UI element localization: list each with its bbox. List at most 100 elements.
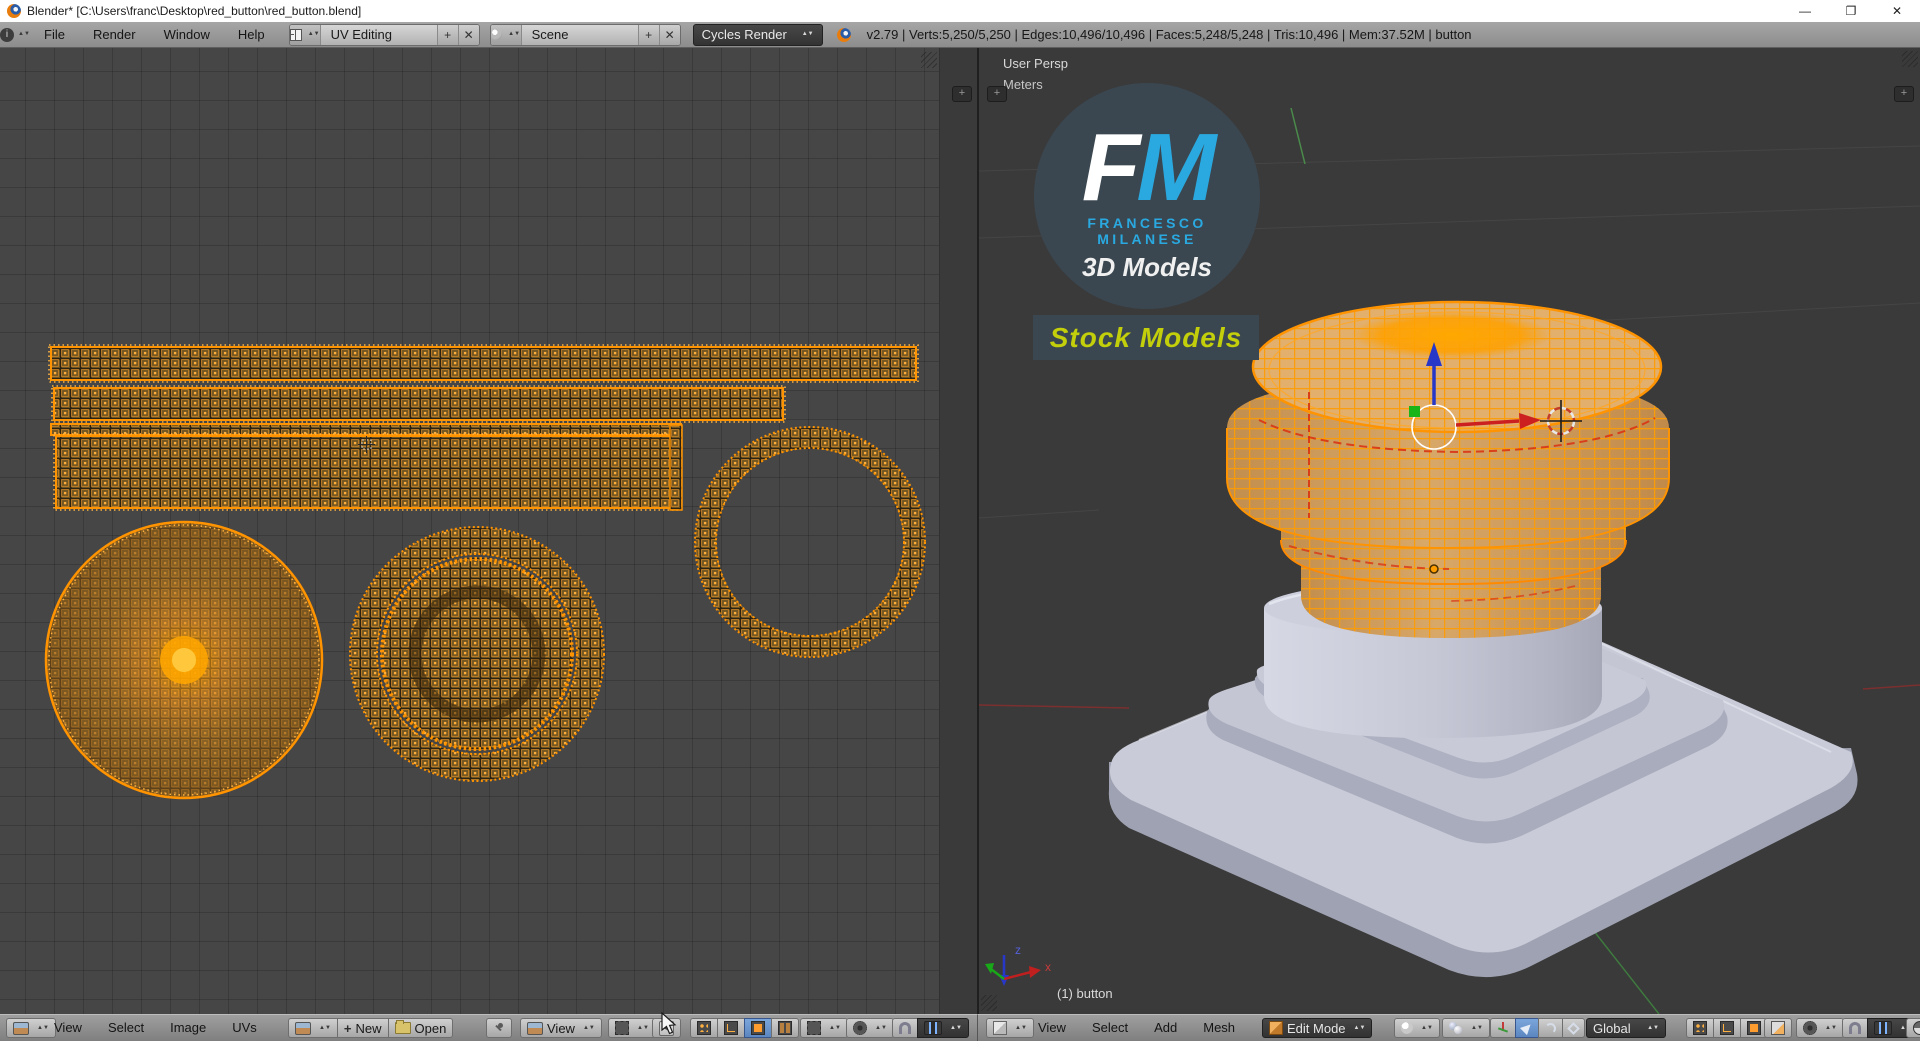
expand-panel-button[interactable]: + bbox=[952, 86, 972, 102]
sticky-select-icon bbox=[807, 1021, 821, 1035]
menu-render[interactable]: Render bbox=[79, 22, 150, 47]
image-browse-dropdown[interactable]: ▲▼ bbox=[288, 1018, 337, 1038]
edit-mode-icon bbox=[1269, 1021, 1283, 1035]
logo-name: FRANCESCO MILANESE bbox=[1087, 215, 1207, 248]
scale-manipulator-button[interactable] bbox=[1562, 1018, 1585, 1038]
gizmo-x-label: x bbox=[1045, 960, 1051, 974]
image-icon bbox=[295, 1021, 311, 1035]
mini-axis-gizmo bbox=[985, 955, 1041, 986]
info-editor-dropdown[interactable]: i ▲▼ bbox=[0, 27, 30, 42]
scene-name[interactable]: Scene bbox=[522, 27, 638, 42]
uv-islands-canvas bbox=[44, 344, 926, 800]
logo-subtitle: 3D Models bbox=[1081, 252, 1213, 283]
magnet-icon bbox=[899, 1022, 911, 1034]
uv-menu-uvs[interactable]: UVs bbox=[232, 1018, 257, 1038]
menu-file[interactable]: File bbox=[30, 22, 79, 47]
uv-menu-select[interactable]: Select bbox=[108, 1018, 144, 1038]
manipulator-toggle-button[interactable] bbox=[1490, 1018, 1515, 1038]
render-icon bbox=[1913, 1021, 1920, 1035]
pivot-center-dropdown[interactable]: ▲▼ bbox=[1442, 1018, 1490, 1038]
uv-select-edge-button[interactable] bbox=[717, 1018, 744, 1038]
render-engine-dropdown[interactable]: Cycles Render ▲▼ bbox=[692, 23, 823, 46]
face-select-icon bbox=[1747, 1021, 1761, 1035]
edge-select-icon bbox=[1720, 1021, 1734, 1035]
maximize-button[interactable]: ❐ bbox=[1828, 0, 1874, 22]
close-button[interactable]: ✕ bbox=[1874, 0, 1920, 22]
uv-image-editor[interactable]: + bbox=[0, 48, 977, 1014]
logo-letter-f: F bbox=[1081, 114, 1141, 221]
vertex-select-mode-button[interactable] bbox=[1686, 1018, 1713, 1038]
snap-toggle-button[interactable] bbox=[892, 1018, 917, 1038]
uv-select-face-button[interactable] bbox=[744, 1018, 771, 1038]
uv-select-island-button[interactable] bbox=[771, 1018, 799, 1038]
folder-icon bbox=[394, 1020, 411, 1034]
snap-toggle-button[interactable] bbox=[1842, 1018, 1867, 1038]
scene-add-button[interactable]: + bbox=[637, 24, 659, 45]
view-name-label: User Persp bbox=[1003, 56, 1069, 71]
view3d-menu-add[interactable]: Add bbox=[1154, 1018, 1177, 1038]
snap-element-dropdown[interactable]: ▲▼ bbox=[917, 1018, 969, 1038]
layout-name[interactable]: UV Editing bbox=[321, 27, 437, 42]
snap-element-icon bbox=[1874, 1021, 1892, 1035]
view3d-menu-select[interactable]: Select bbox=[1092, 1018, 1128, 1038]
area-corner-grip[interactable] bbox=[981, 995, 997, 1011]
image-open-button[interactable]: Open bbox=[387, 1018, 454, 1038]
view3d-menu-view[interactable]: View bbox=[1038, 1018, 1066, 1038]
uv-menu-image[interactable]: Image bbox=[170, 1018, 206, 1038]
uv-island-strip-2 bbox=[51, 385, 786, 423]
scene-selector[interactable]: ▲▼ Scene + ✕ bbox=[489, 23, 681, 46]
axis-tripod-icon bbox=[1497, 1022, 1509, 1034]
pin-toggle-button[interactable] bbox=[486, 1018, 512, 1038]
expand-panel-button[interactable]: + bbox=[1894, 86, 1914, 102]
pivot-dropdown[interactable]: ▲▼ bbox=[608, 1018, 656, 1038]
chevron-updown-icon: ▲▼ bbox=[18, 31, 30, 37]
uv-editor-margin bbox=[939, 48, 977, 1014]
layout-delete-button[interactable]: ✕ bbox=[457, 24, 479, 45]
rotate-arc-icon bbox=[1545, 1022, 1556, 1034]
area-corner-grip[interactable] bbox=[921, 52, 937, 68]
scene-browse-button[interactable]: ▲▼ bbox=[490, 24, 522, 45]
minimize-button[interactable]: — bbox=[1782, 0, 1828, 22]
area-corner-grip[interactable] bbox=[1902, 51, 1918, 67]
proportional-edit-dropdown[interactable]: ▲▼ bbox=[846, 1018, 894, 1038]
uv-island-strip-1 bbox=[48, 344, 919, 383]
proportional-edit-icon bbox=[853, 1021, 867, 1035]
limit-selection-visible-button[interactable] bbox=[1764, 1018, 1792, 1038]
render-border-button[interactable] bbox=[1906, 1018, 1920, 1038]
image-new-button[interactable]: + New bbox=[336, 1018, 388, 1038]
interaction-mode-dropdown[interactable]: Edit Mode ▲▼ bbox=[1262, 1018, 1373, 1038]
sticky-select-dropdown[interactable]: ▲▼ bbox=[800, 1018, 848, 1038]
uv-island-ring-disc bbox=[349, 526, 605, 782]
layout-browse-button[interactable]: ▲▼ bbox=[289, 24, 321, 45]
viewport-shading-dropdown[interactable]: ▲▼ bbox=[1394, 1018, 1440, 1038]
viewport-3d[interactable]: User Persp Meters z x (1) button F M FRA… bbox=[979, 48, 1920, 1014]
display-channels-dropdown[interactable]: View ▲▼ bbox=[520, 1018, 602, 1038]
proportional-edit-dropdown[interactable]: ▲▼ bbox=[1796, 1018, 1844, 1038]
edge-select-mode-button[interactable] bbox=[1713, 1018, 1740, 1038]
layout-add-button[interactable]: + bbox=[436, 24, 458, 45]
rotate-manipulator-button[interactable] bbox=[1538, 1018, 1562, 1038]
uv-select-vertex-button[interactable] bbox=[690, 1018, 717, 1038]
viewport-editor-type-dropdown[interactable]: ▲▼ bbox=[986, 1018, 1034, 1038]
transform-orientation-dropdown[interactable]: Global ▲▼ bbox=[1586, 1018, 1666, 1038]
layout-icon bbox=[289, 28, 302, 41]
translate-manipulator-button[interactable] bbox=[1515, 1018, 1538, 1038]
vertex-select-icon bbox=[697, 1021, 711, 1035]
menu-help[interactable]: Help bbox=[224, 22, 279, 47]
viewport-editor-icon bbox=[993, 1021, 1007, 1035]
uv-editor-type-dropdown[interactable]: ▲▼ bbox=[6, 1018, 56, 1038]
view3d-menu-mesh[interactable]: Mesh bbox=[1203, 1018, 1235, 1038]
face-select-icon bbox=[751, 1021, 765, 1035]
info-header: i ▲▼ File Render Window Help ▲▼ UV Editi… bbox=[0, 22, 1920, 48]
menu-window[interactable]: Window bbox=[150, 22, 224, 47]
uv-menu-view[interactable]: View bbox=[54, 1018, 82, 1038]
expand-panel-button[interactable]: + bbox=[987, 86, 1007, 102]
button-mesh-selected bbox=[1226, 300, 1670, 638]
image-editor-icon bbox=[13, 1021, 29, 1035]
scene-delete-button[interactable]: ✕ bbox=[658, 24, 680, 45]
x-axis-line-right bbox=[1862, 684, 1920, 690]
island-select-icon bbox=[778, 1021, 792, 1035]
screen-layout-selector[interactable]: ▲▼ UV Editing + ✕ bbox=[288, 23, 480, 46]
uv-island-disc bbox=[44, 520, 324, 800]
window-title: Blender* [C:\Users\franc\Desktop\red_but… bbox=[27, 4, 362, 18]
